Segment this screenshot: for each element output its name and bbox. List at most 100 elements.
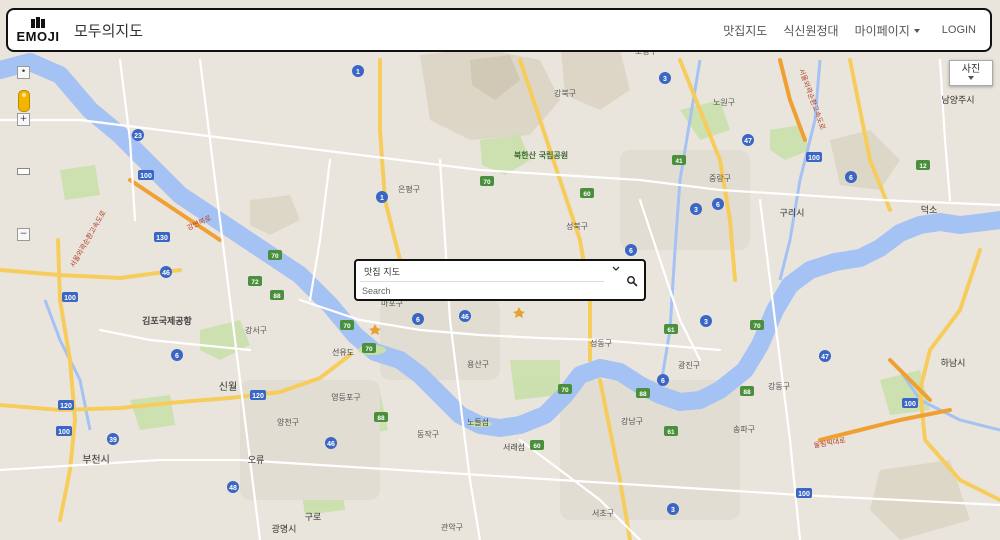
svg-text:3: 3	[663, 76, 667, 83]
svg-text:120: 120	[252, 393, 264, 400]
label-gangbuk: 강북구	[554, 88, 576, 98]
zoom-out-button[interactable]: −	[17, 228, 30, 241]
route-circle-6f: 6	[657, 374, 669, 386]
svg-text:100: 100	[904, 401, 916, 408]
svg-text:46: 46	[162, 270, 170, 277]
label-nowon: 노원구	[713, 98, 735, 107]
svg-text:6: 6	[416, 317, 420, 324]
svg-text:47: 47	[821, 354, 829, 361]
label-seoraeseom: 서래섬	[503, 442, 525, 452]
svg-text:41: 41	[675, 158, 683, 165]
label-deokso: 덕소	[921, 205, 938, 216]
route-circle-6d: 6	[171, 349, 183, 361]
map-category-select[interactable]: 맛집 지도	[364, 265, 400, 278]
svg-text:72: 72	[251, 279, 259, 286]
svg-text:1: 1	[356, 69, 360, 76]
nav-item-mypage[interactable]: 마이페이지	[847, 22, 928, 39]
svg-text:100: 100	[58, 429, 70, 436]
label-songpa: 송파구	[733, 425, 755, 434]
route-circle-3d: 3	[667, 503, 679, 515]
pan-control-icon[interactable]: •	[17, 66, 30, 79]
map-type-button[interactable]: 사진	[949, 60, 993, 86]
svg-text:120: 120	[60, 403, 72, 410]
login-link[interactable]: LOGIN	[928, 24, 984, 36]
svg-text:6: 6	[716, 202, 720, 209]
route-circle-6b: 6	[625, 244, 637, 256]
label-yangcheon: 양천구	[277, 417, 299, 427]
search-input[interactable]	[362, 284, 602, 298]
nav-item-mypage-label: 마이페이지	[854, 23, 910, 38]
svg-text:70: 70	[753, 323, 761, 330]
map-type-label: 사진	[961, 64, 981, 75]
chevron-down-icon	[968, 76, 974, 80]
label-yongsan: 용산구	[467, 359, 489, 369]
svg-text:3: 3	[704, 319, 708, 326]
logo-mark-icon	[31, 17, 45, 28]
search-divider	[360, 281, 604, 282]
svg-text:88: 88	[639, 391, 647, 398]
label-eunpyeong: 은평구	[398, 184, 420, 194]
search-icon[interactable]	[626, 275, 638, 287]
route-circle-6e: 6	[845, 171, 857, 183]
chevron-down-icon[interactable]	[612, 265, 620, 273]
route-shield-100: 100	[138, 170, 154, 180]
zoom-in-button[interactable]: +	[17, 113, 30, 126]
label-seonyudo: 선유도	[332, 348, 354, 357]
street-view-pegman-icon[interactable]	[18, 90, 30, 112]
label-north-mountain: 북한산 국립공원	[514, 150, 568, 160]
route-shield-100c: 100	[56, 426, 72, 436]
label-seongdong: 성동구	[590, 339, 612, 348]
svg-text:130: 130	[156, 235, 168, 242]
svg-text:39: 39	[109, 437, 117, 444]
route-circle-3b: 3	[690, 203, 702, 215]
nav-item-expedition[interactable]: 식신원정대	[775, 22, 846, 39]
svg-text:6: 6	[849, 175, 853, 182]
route-circle-46c: 46	[325, 437, 337, 449]
route-circle-3c: 3	[700, 315, 712, 327]
route-circle-46b: 46	[160, 266, 172, 278]
route-shield-120: 120	[58, 400, 74, 410]
route-shield-120b: 120	[250, 390, 266, 400]
svg-text:1: 1	[380, 195, 384, 202]
svg-text:46: 46	[327, 441, 335, 448]
route-circle-48: 48	[227, 481, 239, 493]
label-seongbuk: 성북구	[566, 222, 588, 231]
svg-text:23: 23	[134, 133, 142, 140]
svg-text:70: 70	[343, 323, 351, 330]
route-circle-3: 3	[659, 72, 671, 84]
brand-title[interactable]: 모두의지도	[74, 20, 143, 41]
zoom-level-handle[interactable]	[17, 168, 30, 175]
svg-text:70: 70	[561, 387, 569, 394]
route-shield-100e: 100	[902, 398, 918, 408]
label-guri: 구리시	[780, 208, 805, 219]
route-shield-100f: 100	[796, 488, 812, 498]
top-navbar: EMOJI 모두의지도 맛집지도 식신원정대 마이페이지 LOGIN	[6, 8, 992, 52]
label-gwanak: 관악구	[441, 522, 463, 532]
route-circle-46: 46	[459, 310, 471, 322]
nav-item-food-map[interactable]: 맛집지도	[715, 22, 775, 39]
svg-text:60: 60	[583, 191, 591, 198]
svg-text:88: 88	[273, 293, 281, 300]
label-gangseo: 강서구	[245, 325, 267, 335]
search-box: 맛집 지도	[354, 259, 646, 301]
svg-text:48: 48	[229, 485, 237, 492]
route-circle-23: 23	[132, 129, 144, 141]
label-ori: 오류	[248, 455, 265, 466]
route-shield-130: 130	[154, 232, 170, 242]
logo[interactable]: EMOJI	[16, 17, 60, 43]
label-seocho: 서초구	[592, 509, 614, 518]
svg-text:88: 88	[377, 415, 385, 422]
label-noeuldo: 노들섬	[467, 417, 489, 427]
label-sinwol: 신월	[219, 381, 237, 393]
label-gangnam: 강남구	[621, 416, 643, 426]
label-hanam: 하남시	[941, 358, 966, 369]
label-bucheon: 부천시	[82, 454, 110, 466]
route-shield-100d: 100	[806, 152, 822, 162]
nav-menu: 맛집지도 식신원정대 마이페이지 LOGIN	[715, 10, 984, 50]
svg-text:100: 100	[140, 173, 152, 180]
svg-text:88: 88	[743, 389, 751, 396]
label-namyangju: 남양주시	[941, 95, 974, 106]
svg-text:3: 3	[694, 207, 698, 214]
route-circle-1b: 1	[376, 191, 388, 203]
route-circle-1: 1	[352, 65, 364, 77]
